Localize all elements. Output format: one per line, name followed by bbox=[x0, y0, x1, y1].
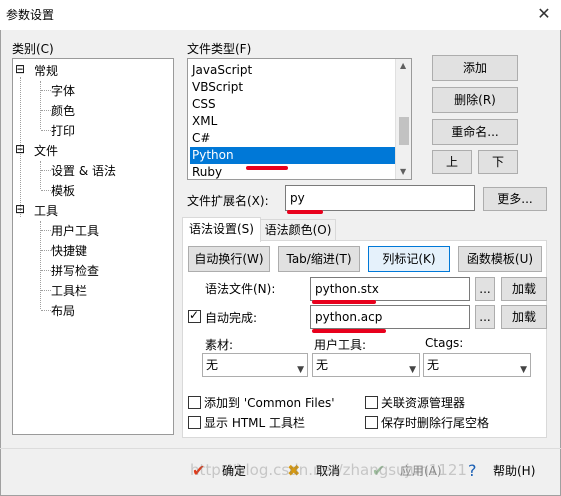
html-toolbar-checkbox[interactable] bbox=[188, 416, 201, 429]
move-down-button[interactable]: 下 bbox=[478, 150, 518, 174]
list-item-selected[interactable]: Python bbox=[190, 147, 396, 164]
material-label: 素材: bbox=[205, 338, 234, 352]
trim-trailing-label: 保存时删除行尾空格 bbox=[381, 416, 490, 430]
tree-item-toolbar[interactable]: 工具栏 bbox=[51, 282, 87, 299]
checkmark-icon: ✓ bbox=[189, 308, 200, 322]
ctags-label: Ctags: bbox=[425, 336, 464, 350]
tab-indent-button[interactable]: Tab/缩进(T) bbox=[278, 246, 360, 272]
scroll-up-icon[interactable]: ▲ bbox=[400, 61, 406, 70]
move-up-button[interactable]: 上 bbox=[432, 150, 472, 174]
more-button[interactable]: 更多... bbox=[483, 187, 547, 211]
ctags-value: 无 bbox=[427, 358, 440, 372]
list-item[interactable]: CSS bbox=[190, 96, 396, 113]
tree-item-settings-syntax[interactable]: 设置 & 语法 bbox=[51, 162, 116, 179]
chevron-down-icon: ▼ bbox=[520, 365, 527, 375]
tab-syntax-colors[interactable]: 语法颜色(O) bbox=[260, 219, 336, 241]
user-tools-value: 无 bbox=[316, 358, 329, 372]
tree-item-layout[interactable]: 布局 bbox=[51, 302, 75, 319]
material-dropdown[interactable]: 无 ▼ bbox=[202, 353, 308, 377]
filetype-scrollbar[interactable]: ▲ ▼ bbox=[395, 59, 411, 179]
syntax-file-input[interactable]: python.stx bbox=[310, 277, 470, 301]
extension-label: 文件扩展名(X): bbox=[187, 194, 269, 208]
tree-item-template[interactable]: 模板 bbox=[51, 182, 75, 199]
syntax-file-label: 语法文件(N): bbox=[205, 282, 276, 296]
autowrap-button[interactable]: 自动换行(W) bbox=[188, 246, 270, 272]
associate-explorer-checkbox[interactable] bbox=[365, 396, 378, 409]
load-syntax-button[interactable]: 加载 bbox=[501, 277, 547, 301]
tree-item-file[interactable]: 文件 bbox=[34, 142, 58, 159]
tree-item-print[interactable]: 打印 bbox=[51, 122, 75, 139]
tree-expand-icon[interactable]: ⊟ bbox=[15, 202, 25, 216]
user-tools-dropdown[interactable]: 无 ▼ bbox=[312, 353, 420, 377]
ctags-dropdown[interactable]: 无 ▼ bbox=[423, 353, 531, 377]
tree-expand-icon[interactable]: ⊟ bbox=[15, 62, 25, 76]
tab-syntax-settings[interactable]: 语法设置(S) bbox=[182, 217, 261, 242]
delete-button[interactable]: 删除(R) bbox=[432, 87, 518, 113]
browse-syntax-button[interactable]: ... bbox=[475, 277, 495, 301]
autocomplete-label: 自动完成: bbox=[205, 311, 258, 325]
list-item[interactable]: Ruby bbox=[190, 164, 396, 179]
tree-item-user-tools[interactable]: 用户工具 bbox=[51, 222, 99, 239]
annotation-underline bbox=[246, 166, 288, 170]
html-toolbar-label: 显示 HTML 工具栏 bbox=[204, 416, 306, 430]
title-bar: 参数设置 ✕ bbox=[0, 0, 561, 30]
tree-item-general[interactable]: 常规 bbox=[34, 62, 58, 79]
filetype-label: 文件类型(F) bbox=[187, 42, 252, 56]
category-label: 类别(C) bbox=[12, 42, 54, 56]
list-item[interactable]: VBScript bbox=[190, 79, 396, 96]
list-item[interactable]: C# bbox=[190, 130, 396, 147]
load-autocomplete-button[interactable]: 加载 bbox=[501, 305, 547, 329]
trim-trailing-checkbox[interactable] bbox=[365, 416, 378, 429]
add-button[interactable]: 添加 bbox=[432, 55, 518, 81]
associate-explorer-label: 关联资源管理器 bbox=[381, 396, 466, 410]
help-button[interactable]: 帮助(H) bbox=[493, 460, 535, 482]
autocomplete-input[interactable]: python.acp bbox=[310, 305, 470, 329]
chevron-down-icon: ▼ bbox=[297, 365, 304, 375]
tree-expand-icon[interactable]: ⊟ bbox=[15, 142, 25, 156]
scroll-thumb[interactable] bbox=[399, 117, 409, 145]
category-tree[interactable]: ⊟ 常规 字体 颜色 打印 ⊟ 文件 设置 & 语法 模板 ⊟ 工具 用户工具 … bbox=[12, 58, 174, 435]
function-template-button[interactable]: 函数模板(U) bbox=[458, 246, 542, 272]
add-common-label: 添加到 'Common Files' bbox=[204, 396, 335, 410]
autocomplete-checkbox[interactable]: ✓ bbox=[188, 308, 201, 323]
tree-item-tools[interactable]: 工具 bbox=[34, 202, 58, 219]
annotation-underline bbox=[312, 329, 386, 333]
annotation-underline bbox=[287, 210, 323, 214]
window-title: 参数设置 bbox=[6, 8, 55, 22]
tree-item-font[interactable]: 字体 bbox=[51, 82, 75, 99]
extension-input[interactable]: py bbox=[285, 185, 475, 211]
watermark: http://blog.csdn.net/zhangsujun1121 bbox=[190, 461, 467, 479]
add-common-checkbox[interactable] bbox=[188, 396, 201, 409]
tree-item-spellcheck[interactable]: 拼写检查 bbox=[51, 262, 99, 279]
annotation-underline bbox=[312, 300, 376, 304]
browse-autocomplete-button[interactable]: ... bbox=[475, 305, 495, 329]
chevron-down-icon: ▼ bbox=[409, 365, 416, 375]
help-icon: ? bbox=[468, 461, 477, 480]
column-marker-button[interactable]: 列标记(K) bbox=[368, 246, 450, 272]
list-item[interactable]: JavaScript bbox=[190, 62, 396, 79]
material-value: 无 bbox=[206, 358, 219, 372]
scroll-down-icon[interactable]: ▼ bbox=[400, 167, 406, 176]
list-item[interactable]: XML bbox=[190, 113, 396, 130]
tree-item-color[interactable]: 颜色 bbox=[51, 102, 75, 119]
rename-button[interactable]: 重命名... bbox=[432, 119, 518, 145]
filetype-list[interactable]: JavaScript VBScript CSS XML C# Python Ru… bbox=[187, 58, 412, 180]
footer-divider bbox=[0, 448, 561, 449]
user-tools-label: 用户工具: bbox=[314, 338, 367, 352]
close-icon[interactable]: ✕ bbox=[531, 2, 557, 26]
tree-item-shortcuts[interactable]: 快捷键 bbox=[51, 242, 87, 259]
